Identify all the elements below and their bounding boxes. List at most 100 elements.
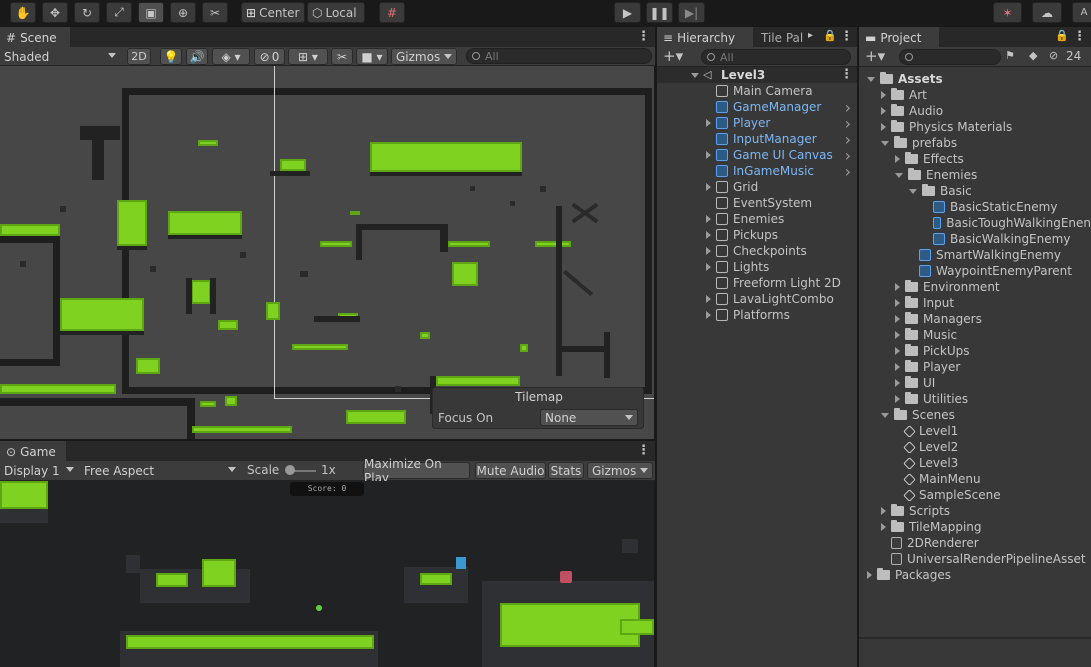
fold-arrow-icon[interactable] (909, 188, 917, 194)
fold-arrow-icon[interactable] (881, 507, 886, 515)
fold-arrow-icon[interactable] (881, 523, 886, 531)
step-icon[interactable]: ▶| (678, 2, 705, 23)
fold-arrow-icon[interactable] (881, 91, 886, 99)
hierarchy-item[interactable]: Freeform Light 2D (657, 275, 857, 291)
fold-arrow-icon[interactable] (895, 379, 900, 387)
project-item[interactable]: Enemies (859, 167, 1091, 183)
project-item[interactable]: WaypointEnemyParent (859, 263, 1091, 279)
filter-type-icon[interactable]: ⚑ (1005, 49, 1015, 62)
project-item[interactable]: TileMapping (859, 519, 1091, 535)
project-item[interactable]: Audio (859, 103, 1091, 119)
tab-project[interactable]: ▬ Project (859, 27, 939, 48)
lighting-icon[interactable]: 💡 (160, 48, 182, 65)
scene-menu-icon[interactable]: ⋮ (637, 29, 650, 44)
play-icon[interactable]: ▶ (614, 2, 641, 23)
scene-viewport[interactable]: Tilemap Focus On None (0, 66, 654, 439)
fold-arrow-icon[interactable] (895, 347, 900, 355)
gizmos-dropdown[interactable]: Gizmos (391, 48, 457, 65)
fold-arrow-icon[interactable] (881, 107, 886, 115)
project-item[interactable]: Scenes (859, 407, 1091, 423)
hierarchy-item[interactable]: Lights (657, 259, 857, 275)
pivot-toggle[interactable]: ⊞ Center (241, 2, 305, 23)
project-item[interactable]: Basic (859, 183, 1091, 199)
hierarchy-item[interactable]: Game UI Canvas › (657, 146, 857, 165)
space-toggle[interactable]: ⬡ Local (307, 2, 365, 23)
project-item[interactable]: 2DRenderer (859, 535, 1091, 551)
project-item[interactable]: BasicWalkingEnemy (859, 231, 1091, 247)
fold-arrow-icon[interactable] (706, 183, 711, 191)
scene-root-menu-icon[interactable]: ⋮ (840, 67, 853, 82)
fold-arrow-icon[interactable] (867, 571, 872, 579)
hierarchy-item[interactable]: Main Camera (657, 83, 857, 99)
hierarchy-item[interactable]: Grid (657, 179, 857, 195)
hierarchy-item[interactable]: GameManager › (657, 98, 857, 117)
fold-arrow-icon[interactable] (706, 151, 711, 159)
game-gizmos-dropdown[interactable]: Gizmos (587, 462, 653, 479)
filter-label-icon[interactable]: ◆ (1029, 49, 1037, 62)
fold-arrow-icon[interactable] (881, 123, 886, 131)
project-item[interactable]: Music (859, 327, 1091, 343)
project-item[interactable]: Level3 (859, 455, 1091, 471)
collab-icon[interactable]: ✶ (993, 2, 1022, 23)
fold-arrow-icon[interactable] (895, 395, 900, 403)
project-item[interactable]: prefabs (859, 135, 1091, 151)
move-icon[interactable]: ✥ (42, 2, 68, 23)
fold-arrow-icon[interactable] (706, 231, 711, 239)
fold-arrow-icon[interactable] (691, 73, 699, 78)
project-item[interactable]: Input (859, 295, 1091, 311)
fold-arrow-icon[interactable] (706, 247, 711, 255)
fold-arrow-icon[interactable] (706, 263, 711, 271)
scale-icon[interactable]: ⤢ (106, 2, 132, 23)
project-item[interactable]: Level2 (859, 439, 1091, 455)
fold-arrow-icon[interactable] (895, 299, 900, 307)
custom-tools-icon[interactable]: ✂ (202, 2, 228, 23)
scene-root-row[interactable]: ◁ Level3 ⋮ (657, 67, 857, 83)
fold-arrow-icon[interactable] (881, 140, 889, 146)
fold-arrow-icon[interactable] (881, 412, 889, 418)
scale-slider-handle[interactable] (285, 465, 295, 475)
game-menu-icon[interactable]: ⋮ (637, 443, 650, 458)
camera-icon[interactable]: ■ ▾ (356, 48, 388, 65)
maximize-on-play-toggle[interactable]: Maximize On Play (363, 457, 470, 485)
hidden-packages-icon[interactable]: ⊘ (1049, 49, 1058, 62)
fold-arrow-icon[interactable] (706, 119, 711, 127)
project-item[interactable]: UniversalRenderPipelineAsset (859, 551, 1091, 567)
shading-dropdown[interactable]: Shaded (0, 48, 120, 65)
focus-on-dropdown[interactable]: None (540, 409, 638, 426)
fold-arrow-icon[interactable] (706, 295, 711, 303)
fold-arrow-icon[interactable] (867, 76, 875, 82)
fold-arrow-icon[interactable] (895, 172, 903, 178)
mute-audio-toggle[interactable]: Mute Audio (475, 462, 546, 479)
project-lock-icon[interactable]: 🔒 (1055, 29, 1069, 42)
fold-arrow-icon[interactable] (895, 283, 900, 291)
project-item[interactable]: Art (859, 87, 1091, 103)
fold-arrow-icon[interactable] (895, 155, 900, 163)
hierarchy-item[interactable]: Player › (657, 114, 857, 133)
account-button[interactable]: A (1072, 2, 1091, 23)
hand-icon[interactable]: ✋ (10, 2, 36, 23)
stats-toggle[interactable]: Stats (548, 462, 584, 479)
project-item[interactable]: Scripts (859, 503, 1091, 519)
fold-arrow-icon[interactable] (895, 331, 900, 339)
project-item[interactable]: SmartWalkingEnemy (859, 247, 1091, 263)
fold-arrow-icon[interactable] (706, 311, 711, 319)
hierarchy-item[interactable]: Enemies (657, 211, 857, 227)
project-item[interactable]: BasicStaticEnemy (859, 199, 1091, 215)
hierarchy-item[interactable]: Platforms (657, 307, 857, 323)
aspect-dropdown[interactable]: Free Aspect (80, 462, 240, 479)
grid-snap-icon[interactable]: # (379, 2, 405, 23)
create-plus-icon[interactable]: +▾ (663, 47, 683, 65)
project-create-icon[interactable]: +▾ (865, 47, 885, 65)
project-item[interactable]: Effects (859, 151, 1091, 167)
game-viewport[interactable]: Score: 0 (0, 481, 654, 667)
rect-icon[interactable]: ▣ (138, 2, 164, 23)
tab-overflow-icon[interactable]: ▸ (808, 30, 813, 41)
project-item[interactable]: Physics Materials (859, 119, 1091, 135)
tools-icon[interactable]: ✂ (331, 48, 353, 65)
effects-icon[interactable]: ◈ ▾ (212, 48, 250, 65)
visibility-toggle[interactable]: ⊘ 0 (254, 48, 285, 65)
project-item[interactable]: Level1 (859, 423, 1091, 439)
display-dropdown[interactable]: Display 1 (0, 462, 78, 479)
project-item[interactable]: Managers (859, 311, 1091, 327)
project-item[interactable]: BasicToughWalkingEnen (859, 215, 1091, 231)
